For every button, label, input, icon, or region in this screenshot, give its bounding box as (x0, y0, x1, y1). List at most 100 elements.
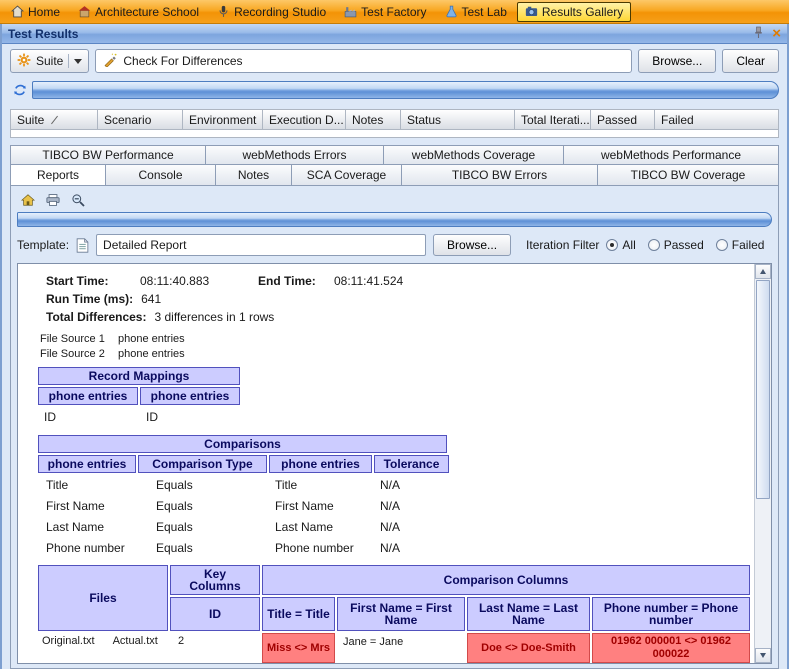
document-icon[interactable] (76, 237, 89, 253)
suite-row: Suite Check For Differences Browse... Cl… (10, 49, 779, 73)
column-header-environment[interactable]: Environment (183, 109, 263, 130)
gear-icon (17, 53, 31, 70)
results-panel: Suite Check For Differences Browse... Cl… (2, 44, 787, 669)
nav-item-architecture-school[interactable]: Architecture School (70, 2, 207, 22)
print-icon[interactable] (44, 191, 62, 209)
record-mappings-title: Record Mappings (38, 367, 240, 385)
toolbar-gradient-bar (32, 81, 779, 99)
iteration-filter-group: All Passed Failed (606, 238, 764, 252)
comparison-row: First Name Equals First Name N/A (38, 496, 754, 515)
template-browse-button[interactable]: Browse... (433, 234, 512, 256)
report-toolbar (17, 190, 772, 210)
comparison-row: Last Name Equals Last Name N/A (38, 517, 754, 536)
clear-button[interactable]: Clear (722, 49, 779, 73)
comparison-cell: N/A (380, 519, 401, 534)
start-time-label: Start Time: (46, 274, 109, 288)
tab-console[interactable]: Console (106, 165, 216, 186)
tab-webmethods-coverage[interactable]: webMethods Coverage (384, 145, 564, 165)
difference-cell: Miss <> Mrs (262, 633, 335, 663)
tab-strip-row2: Reports Console Notes SCA Coverage TIBCO… (10, 165, 779, 186)
radio-failed-button[interactable] (715, 239, 728, 251)
comparisons-header: Comparison Type (138, 455, 267, 473)
column-header-status[interactable]: Status (401, 109, 515, 130)
record-mappings-header: phone entries (38, 387, 138, 405)
tab-webmethods-performance[interactable]: webMethods Performance (564, 145, 779, 165)
comparisons-header: Tolerance (374, 455, 449, 473)
template-value: Detailed Report (103, 238, 187, 252)
radio-all[interactable]: All (606, 238, 636, 252)
tab-tibco-bw-errors[interactable]: TIBCO BW Errors (402, 165, 598, 186)
nav-item-recording-studio[interactable]: Recording Studio (209, 2, 334, 22)
difference-cell: Doe <> Doe-Smith (467, 633, 590, 663)
dropdown-arrow-icon (74, 58, 83, 64)
file-source-2-label: File Source 2 (40, 347, 105, 360)
comparison-cell: Equals (156, 477, 193, 492)
test-name-field[interactable]: Check For Differences (95, 49, 633, 73)
report-home-icon[interactable] (19, 191, 37, 209)
column-header-failed[interactable]: Failed (655, 109, 779, 130)
vertical-scrollbar-thumb[interactable] (756, 280, 770, 500)
comparisons-rows: Title Equals Title N/A First Name Equals… (38, 475, 754, 557)
main-toolbar: Home Architecture School Recording Studi… (0, 0, 789, 24)
tab-reports[interactable]: Reports (10, 165, 106, 186)
results-grid-body[interactable] (10, 130, 779, 138)
tab-webmethods-errors[interactable]: webMethods Errors (206, 145, 384, 165)
report-toolbar-gradient-bar (17, 212, 772, 227)
column-header-notes[interactable]: Notes (346, 109, 401, 130)
column-header-scenario[interactable]: Scenario (98, 109, 183, 130)
nav-item-label: Home (28, 4, 61, 19)
tab-tibco-bw-coverage[interactable]: TIBCO BW Coverage (598, 165, 779, 186)
nav-item-label: Results Gallery (541, 4, 624, 19)
zoom-out-icon[interactable] (69, 191, 87, 209)
comparison-cell: Title (46, 477, 69, 492)
nav-item-test-factory[interactable]: Test Factory (336, 2, 434, 22)
radio-passed-button[interactable] (647, 239, 660, 251)
close-icon[interactable]: × (772, 26, 781, 41)
tab-tibco-bw-performance[interactable]: TIBCO BW Performance (10, 145, 206, 165)
record-mappings-data-row: ID ID (38, 407, 754, 426)
nav-item-home[interactable]: Home (3, 2, 68, 22)
suite-button[interactable]: Suite (10, 49, 90, 73)
column-header-suite[interactable]: Suite (10, 109, 98, 130)
tab-sca-coverage[interactable]: SCA Coverage (292, 165, 402, 186)
test-name-value: Check For Differences (123, 54, 243, 68)
vertical-scrollbar (754, 264, 771, 663)
tab-notes[interactable]: Notes (216, 165, 292, 186)
home-icon (11, 5, 24, 18)
file-source-1-value: phone entries (118, 332, 185, 345)
nav-item-test-lab[interactable]: Test Lab (437, 2, 515, 22)
files-cell: Original.txt Actual.txt (38, 633, 168, 663)
suite-button-label: Suite (36, 54, 64, 68)
run-time-value: 641 (141, 292, 162, 306)
template-input[interactable]: Detailed Report (96, 234, 427, 256)
divider (68, 54, 70, 68)
scroll-down-button[interactable] (755, 648, 771, 663)
refresh-icon[interactable] (10, 80, 30, 100)
comparison-column-header: Title = Title (262, 597, 335, 631)
comparison-cell: N/A (380, 498, 401, 513)
browse-button[interactable]: Browse... (638, 49, 717, 73)
file-source-2-value: phone entries (118, 347, 185, 360)
tab-strip-row1: TIBCO BW Performance webMethods Errors w… (10, 145, 779, 165)
template-label: Template: (17, 238, 70, 252)
file-source-1-label: File Source 1 (40, 332, 105, 345)
radio-failed-label: Failed (731, 238, 765, 252)
iteration-filter-label: Iteration Filter (526, 238, 600, 252)
template-row: Template: Detailed Report Browse... Iter… (17, 233, 772, 257)
radio-failed[interactable]: Failed (715, 238, 765, 252)
scrollbar-track[interactable] (755, 500, 771, 648)
microphone-icon (217, 5, 230, 18)
pin-icon[interactable] (753, 26, 764, 42)
comparisons-header: phone entries (38, 455, 136, 473)
column-header-execution-date[interactable]: Execution D... (263, 109, 346, 130)
column-header-passed[interactable]: Passed (591, 109, 655, 130)
comparison-column-header: Last Name = Last Name (467, 597, 590, 631)
comparison-cell: Equals (156, 498, 193, 513)
flask-icon (445, 5, 458, 18)
radio-all-button[interactable] (606, 239, 619, 251)
radio-passed[interactable]: Passed (647, 238, 704, 252)
scroll-up-button[interactable] (755, 264, 771, 279)
column-header-total-iterations[interactable]: Total Iterati... (515, 109, 591, 130)
comparison-column-header: Phone number = Phone number (592, 597, 750, 631)
nav-item-results-gallery[interactable]: Results Gallery (516, 1, 632, 22)
